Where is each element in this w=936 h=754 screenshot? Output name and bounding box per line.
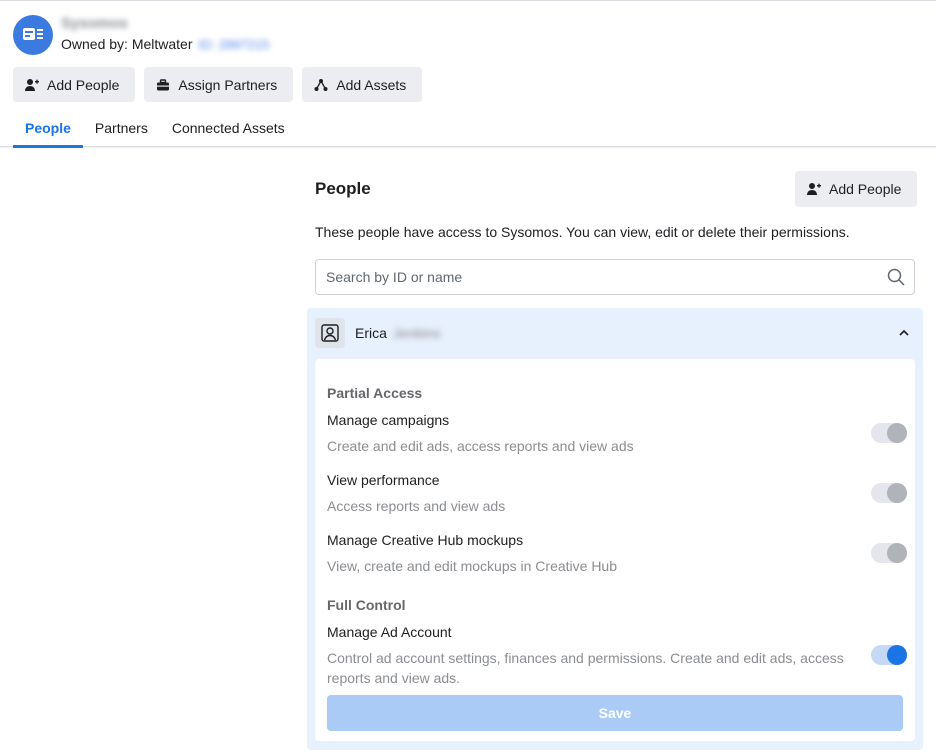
add-person-icon — [807, 182, 821, 196]
toggle-manage-ad-account[interactable] — [871, 645, 907, 665]
tab-connected-assets[interactable]: Connected Assets — [160, 109, 297, 147]
assets-network-icon — [314, 78, 328, 92]
account-name: Sysomos — [61, 15, 128, 32]
owned-by-label: Owned by: Meltwater ID: 2897215 — [61, 36, 270, 52]
page-header: Sysomos Owned by: Meltwater ID: 2897215 A… — [0, 0, 936, 148]
permissions-panel: Partial Access Manage campaigns Create a… — [315, 359, 915, 741]
people-section-title: People — [315, 179, 371, 198]
tab-partners[interactable]: Partners — [83, 109, 160, 147]
toggle-view-performance[interactable] — [871, 483, 907, 503]
add-people-section-button[interactable]: Add People — [795, 171, 918, 207]
person-name: Erica Jenkins — [355, 325, 441, 341]
add-assets-button[interactable]: Add Assets — [302, 67, 423, 102]
group-label-partial-access: Partial Access — [327, 385, 423, 401]
assign-partners-button[interactable]: Assign Partners — [144, 67, 294, 102]
search-box — [315, 259, 915, 295]
chevron-up-icon[interactable] — [897, 326, 911, 340]
tab-bar: People Partners Connected Assets — [13, 109, 297, 148]
add-people-button[interactable]: Add People — [13, 67, 136, 102]
group-label-full-control: Full Control — [327, 597, 406, 613]
search-icon[interactable] — [886, 267, 906, 287]
person-header[interactable]: Erica Jenkins — [315, 317, 915, 349]
people-description: These people have access to Sysomos. You… — [315, 224, 850, 240]
person-avatar-icon — [315, 318, 345, 348]
toggle-manage-campaigns[interactable] — [871, 423, 907, 443]
action-bar: Add People Assign Partners Add Assets — [13, 67, 423, 102]
business-account-icon — [13, 15, 53, 55]
toggle-manage-creative-hub[interactable] — [871, 543, 907, 563]
account-id: ID: 2897215 — [198, 37, 270, 52]
search-input[interactable] — [316, 260, 886, 294]
person-card: Erica Jenkins Partial Access Manage campa… — [307, 308, 923, 750]
permission-manage-campaigns: Manage campaigns Create and edit ads, ac… — [327, 412, 907, 456]
permission-manage-creative-hub: Manage Creative Hub mockups View, create… — [327, 532, 907, 576]
briefcase-icon — [156, 78, 170, 92]
permission-view-performance: View performance Access reports and view… — [327, 472, 907, 516]
permission-manage-ad-account: Manage Ad Account Control ad account set… — [327, 624, 907, 688]
tab-people[interactable]: People — [13, 109, 83, 148]
add-person-icon — [25, 78, 39, 92]
save-button[interactable]: Save — [327, 695, 903, 731]
